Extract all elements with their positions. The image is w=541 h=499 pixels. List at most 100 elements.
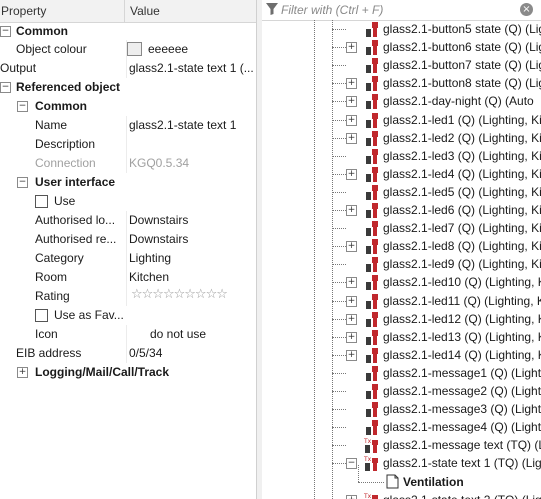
tree-item[interactable]: + glass2.1-led11 (Q) (Lighting, K [262, 292, 541, 310]
rating-row[interactable]: Rating ☆☆☆☆☆☆☆☆☆ [0, 287, 256, 306]
tree-item[interactable]: + glass2.1-led8 (Q) (Lighting, Ki [262, 237, 541, 255]
cell-separator [126, 249, 127, 268]
colour-swatch[interactable] [127, 42, 142, 56]
description-row[interactable]: Description [0, 135, 256, 154]
tree-item-label: glass2.1-led13 (Q) (Lighting, K [383, 329, 541, 344]
tree-item[interactable]: + glass2.1-button6 state (Q) (Lig [262, 38, 541, 56]
use-row[interactable]: Use [0, 192, 256, 211]
ref-common-group-row[interactable]: − Common [0, 97, 256, 116]
tree-item[interactable]: + glass2.1-led12 (Q) (Lighting, K [262, 310, 541, 328]
tree-item[interactable]: glass2.1-button7 state (Q) (Lig [262, 56, 541, 74]
tree-item[interactable]: + glass2.1-led13 (Q) (Lighting, K [262, 328, 541, 346]
icon-value[interactable]: do not use [150, 327, 206, 341]
expand-icon[interactable]: + [346, 349, 357, 361]
tree-item-label: glass2.1-message1 (Q) (Lighti [383, 365, 541, 380]
collapse-icon[interactable]: − [17, 101, 28, 112]
authorised-re-value[interactable]: Downstairs [129, 232, 188, 246]
expand-icon[interactable]: + [17, 367, 28, 378]
use-as-fav-checkbox[interactable] [35, 309, 48, 322]
tree-item-label: glass2.1-day-night (Q) (Auto [383, 94, 534, 109]
output-row[interactable]: Output glass2.1-state text 1 (... [0, 59, 256, 78]
object-colour-value[interactable]: eeeeee [148, 42, 188, 56]
room-row[interactable]: Room Kitchen [0, 268, 256, 287]
expand-icon[interactable]: + [346, 494, 357, 499]
tree-item[interactable]: + Tx glass2.1-state text 2 (TQ) (Lig [262, 491, 541, 499]
tree-item[interactable]: + glass2.1-led2 (Q) (Lighting, Ki [262, 129, 541, 147]
tree-item[interactable]: glass2.1-message2 (Q) (Lighti [262, 382, 541, 400]
authorised-lo-row[interactable]: Authorised lo... Downstairs [0, 211, 256, 230]
eib-address-row[interactable]: EIB address 0/5/34 [0, 344, 256, 363]
tree-item[interactable]: + glass2.1-led14 (Q) (Lighting, K [262, 346, 541, 364]
output-q-icon [366, 184, 378, 200]
tree-item[interactable]: + glass2.1-day-night (Q) (Auto [262, 92, 541, 110]
collapse-icon[interactable]: − [346, 458, 357, 470]
common-group-row[interactable]: − Common [0, 22, 256, 41]
expand-icon[interactable]: + [346, 295, 357, 307]
rating-stars-icon[interactable]: ☆☆☆☆☆☆☆☆☆ [131, 287, 228, 302]
expand-icon[interactable]: + [346, 114, 357, 126]
use-checkbox[interactable] [35, 195, 48, 208]
tree-item-label: glass2.1-state text 1 (TQ) (Lig [383, 456, 541, 471]
user-interface-group-row[interactable]: − User interface [0, 173, 256, 192]
expand-icon[interactable]: + [346, 42, 357, 54]
output-value[interactable]: glass2.1-state text 1 (... [129, 61, 254, 75]
collapse-icon[interactable]: − [0, 26, 11, 37]
tree-item[interactable]: + glass2.1-led1 (Q) (Lighting, Ki [262, 111, 541, 129]
collapse-icon[interactable]: − [0, 82, 11, 93]
filter-box[interactable]: Filter with (Ctrl + F) × [262, 0, 541, 21]
room-value[interactable]: Kitchen [129, 270, 169, 284]
tree-item[interactable]: glass2.1-led5 (Q) (Lighting, Ki [262, 183, 541, 201]
eib-address-value[interactable]: 0/5/34 [129, 346, 162, 360]
tree-item[interactable]: glass2.1-led9 (Q) (Lighting, Ki [262, 255, 541, 273]
tree-item[interactable]: glass2.1-button5 state (Q) (Lig [262, 20, 541, 38]
tree-child-item[interactable]: Ventilation [262, 464, 541, 491]
tree-item[interactable]: Tx glass2.1-message text (TQ) (L [262, 436, 541, 454]
property-column-header[interactable]: Property [1, 4, 46, 18]
category-value[interactable]: Lighting [129, 251, 171, 265]
name-value[interactable]: glass2.1-state text 1 [129, 118, 236, 132]
output-q-icon [366, 58, 378, 74]
clear-filter-icon[interactable]: × [520, 3, 533, 16]
tree-item[interactable]: glass2.1-message3 (Q) (Lighti [262, 400, 541, 418]
tree-connector [332, 228, 346, 230]
tree-item-label: glass2.1-led14 (Q) (Lighting, K [383, 347, 541, 362]
tree-item[interactable]: glass2.1-message4 (Q) (Lighti [262, 418, 541, 436]
tree-item[interactable]: + glass2.1-button8 state (Q) (Lig [262, 74, 541, 92]
expand-icon[interactable]: + [346, 241, 357, 253]
tree-item[interactable]: glass2.1-message1 (Q) (Lighti [262, 364, 541, 382]
filter-input[interactable]: Filter with (Ctrl + F) [281, 3, 383, 17]
expand-icon[interactable]: + [346, 313, 357, 325]
expand-icon[interactable]: + [346, 168, 357, 180]
svg-text:Tx: Tx [363, 456, 372, 463]
output-q-icon [366, 94, 378, 110]
column-separator[interactable] [124, 0, 125, 22]
tree-item[interactable]: + glass2.1-led6 (Q) (Lighting, Ki [262, 201, 541, 219]
logging-group-row[interactable]: + Logging/Mail/Call/Track [0, 363, 256, 382]
name-row[interactable]: Name glass2.1-state text 1 [0, 116, 256, 135]
value-column-header[interactable]: Value [130, 4, 160, 18]
expand-icon[interactable]: + [346, 96, 357, 108]
authorised-lo-value[interactable]: Downstairs [129, 213, 188, 227]
expand-icon[interactable]: + [346, 205, 357, 216]
collapse-icon[interactable]: − [17, 177, 28, 188]
object-colour-row[interactable]: Object colour eeeeee [0, 40, 256, 59]
expand-icon[interactable]: + [346, 277, 357, 289]
tree-item[interactable]: + glass2.1-led4 (Q) (Lighting, Ki [262, 165, 541, 183]
referenced-object-group-row[interactable]: − Referenced object [0, 78, 256, 97]
property-panel: Property Value − Common Object colour ee… [0, 0, 256, 499]
tree-connector [332, 47, 346, 49]
use-as-fav-row[interactable]: Use as Fav... [0, 306, 256, 325]
category-row[interactable]: Category Lighting [0, 249, 256, 268]
tree-item[interactable]: − Tx glass2.1-state text 1 (TQ) (Lig [262, 454, 541, 472]
expand-icon[interactable]: + [346, 331, 357, 343]
expand-icon[interactable]: + [346, 132, 357, 144]
expand-icon[interactable]: + [346, 78, 357, 90]
tree-item[interactable]: glass2.1-led3 (Q) (Lighting, Ki [262, 147, 541, 165]
tree-item[interactable]: + glass2.1-led10 (Q) (Lighting, Ki [262, 273, 541, 291]
cell-separator [126, 59, 127, 78]
tree-item[interactable]: glass2.1-led7 (Q) (Lighting, Ki [262, 219, 541, 237]
authorised-re-row[interactable]: Authorised re... Downstairs [0, 230, 256, 249]
cell-separator [126, 154, 127, 173]
tree-item-label: glass2.1-button8 state (Q) (Lig [383, 76, 541, 91]
icon-row[interactable]: Icon do not use [0, 325, 256, 344]
